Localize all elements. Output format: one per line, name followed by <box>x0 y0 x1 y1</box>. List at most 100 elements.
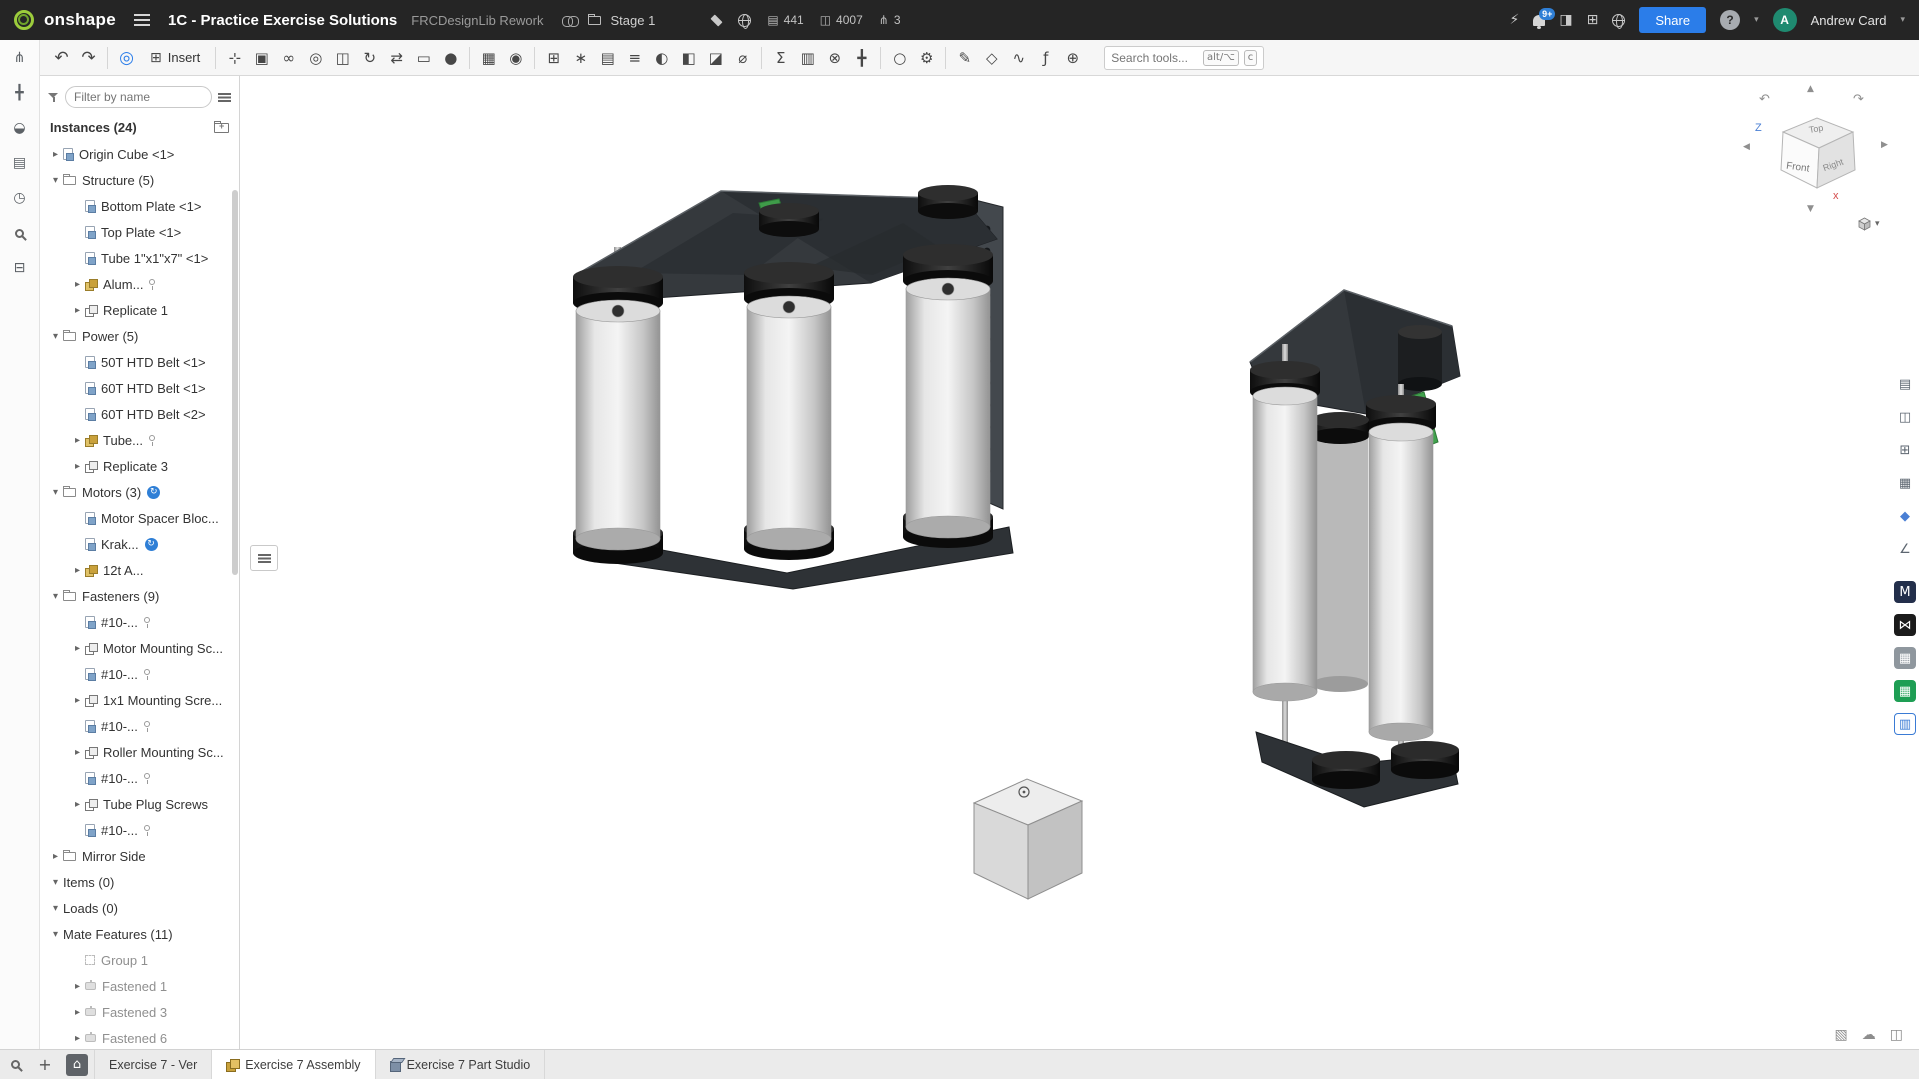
simulation-icon[interactable]: ∿ <box>1005 44 1032 71</box>
caret-down-icon[interactable]: ▾ <box>48 877 63 888</box>
caret-right-icon[interactable]: ▸ <box>70 747 85 758</box>
explode-icon[interactable]: ∗ <box>567 44 594 71</box>
onshape-logo-icon[interactable] <box>14 10 34 30</box>
tree-item-12t-a[interactable]: ▸12t A... <box>40 557 239 583</box>
bom-icon[interactable]: ▥ <box>794 44 821 71</box>
help-button[interactable]: ? <box>1720 10 1740 30</box>
blender-app-icon[interactable]: ⋈ <box>1894 614 1916 636</box>
redo-button[interactable]: ↷ <box>75 44 102 71</box>
insert-reference-icon[interactable]: ╋ <box>8 81 32 105</box>
mass-properties-icon[interactable]: Σ <box>767 44 794 71</box>
search-tools-input[interactable] <box>1111 51 1198 65</box>
display-states-icon[interactable]: ◐ <box>648 44 675 71</box>
tree-item-structure-5[interactable]: ▾Structure (5) <box>40 167 239 193</box>
caret-right-icon[interactable]: ▸ <box>48 851 63 862</box>
app-grid-icon[interactable]: ⊞ <box>1587 12 1599 28</box>
rollers[interactable] <box>576 278 990 550</box>
main-menu-icon[interactable] <box>134 14 150 26</box>
help-caret-icon[interactable]: ▾ <box>1754 15 1759 25</box>
caret-right-icon[interactable]: ▸ <box>70 565 85 576</box>
features-panel-toggle[interactable] <box>250 545 278 571</box>
tree-item-power-5[interactable]: ▾Power (5) <box>40 323 239 349</box>
tree-item-bottom-plate-1[interactable]: Bottom Plate <1> <box>40 193 239 219</box>
middle-roller[interactable] <box>1311 412 1369 692</box>
search-tools-box[interactable]: alt/⌥ c <box>1104 46 1264 70</box>
3d-viewport[interactable]: ▲ ↶ ↷ ◀ ▶ ▼ Z x Top Front Right <box>240 76 1919 1049</box>
document-structure-icon[interactable]: ⋔ <box>8 46 32 70</box>
tree-item-replicate-3[interactable]: ▸Replicate 3 <box>40 453 239 479</box>
caret-right-icon[interactable]: ▸ <box>70 1033 85 1044</box>
documents-panel-icon[interactable]: ▤ <box>1894 373 1916 395</box>
tree-item-origin-cube-1[interactable]: ▸Origin Cube <1> <box>40 141 239 167</box>
caret-right-icon[interactable]: ▸ <box>70 981 85 992</box>
slider-mate-icon[interactable]: ⇄ <box>383 44 410 71</box>
tree-item-10[interactable]: #10-... <box>40 817 239 843</box>
tree-item-10[interactable]: #10-... <box>40 713 239 739</box>
sketch-icon[interactable]: ✎ <box>951 44 978 71</box>
caret-right-icon[interactable]: ▸ <box>70 1007 85 1018</box>
render-mode-icon[interactable]: ◫ <box>1890 1027 1903 1043</box>
tree-item-10[interactable]: #10-... <box>40 661 239 687</box>
home-tab-button[interactable]: ⌂ <box>66 1054 88 1076</box>
user-menu-caret-icon[interactable]: ▾ <box>1900 15 1905 25</box>
tab-exercise-7-part-studio[interactable]: Exercise 7 Part Studio <box>376 1050 546 1079</box>
rotate-left-arrow[interactable]: ◀ <box>1743 142 1750 152</box>
properties-icon[interactable]: ⊟ <box>8 256 32 280</box>
caret-right-icon[interactable]: ▸ <box>70 305 85 316</box>
tree-item-10[interactable]: #10-... <box>40 765 239 791</box>
caret-down-icon[interactable]: ▾ <box>48 487 63 498</box>
featurescript-icon[interactable]: ƒ <box>1032 44 1059 71</box>
tree-item-tube-plug-screws[interactable]: ▸Tube Plug Screws <box>40 791 239 817</box>
tree-item-fasteners-9[interactable]: ▾Fasteners (9) <box>40 583 239 609</box>
rotate-up-arrow[interactable]: ▲ <box>1807 84 1814 94</box>
linear-pattern-icon[interactable]: ▦ <box>475 44 502 71</box>
interference-icon[interactable]: ⊗ <box>821 44 848 71</box>
app-store-icon[interactable]: ◆ <box>1894 505 1916 527</box>
gears-icon[interactable]: ⚙ <box>913 44 940 71</box>
section-view-icon[interactable]: ◪ <box>702 44 729 71</box>
insert-button[interactable]: ⊞ Insert <box>140 44 210 71</box>
sheet-metal-icon[interactable]: ◇ <box>978 44 1005 71</box>
user-avatar[interactable]: A <box>1773 8 1797 32</box>
caret-down-icon[interactable]: ▾ <box>48 591 63 602</box>
tree-item-replicate-1[interactable]: ▸Replicate 1 <box>40 297 239 323</box>
measure-icon[interactable]: ⌀ <box>729 44 756 71</box>
assemble-button[interactable]: ◎ <box>113 44 140 71</box>
tree-item-top-plate-1[interactable]: Top Plate <1> <box>40 219 239 245</box>
appearance-icon[interactable]: ◧ <box>675 44 702 71</box>
caret-down-icon[interactable]: ▾ <box>48 175 63 186</box>
tree-item-fastened-6[interactable]: ▸Fastened 6 <box>40 1025 239 1049</box>
caret-right-icon[interactable]: ▸ <box>70 799 85 810</box>
panel-layout-icon[interactable]: ◨ <box>1559 12 1572 28</box>
rotate-right-arrow[interactable]: ▶ <box>1881 140 1888 150</box>
tree-item-alum[interactable]: ▸Alum... <box>40 271 239 297</box>
mkcad-app-icon[interactable]: M <box>1894 581 1916 603</box>
tree-item-motor-mounting-sc[interactable]: ▸Motor Mounting Sc... <box>40 635 239 661</box>
tree-item-motors-3[interactable]: ▾Motors (3)↻ <box>40 479 239 505</box>
grid-app-icon[interactable]: ▦ <box>1894 647 1916 669</box>
view-cube[interactable]: Top Front Right <box>1769 106 1865 194</box>
snapshot-status-icon[interactable]: ▧ <box>1835 1027 1848 1043</box>
search-tabs-button[interactable] <box>0 1050 30 1079</box>
replicate-icon[interactable]: ⊞ <box>540 44 567 71</box>
caret-right-icon[interactable]: ▸ <box>70 435 85 446</box>
tab-exercise-7-version[interactable]: Exercise 7 - Ver <box>94 1050 212 1079</box>
tree-item-60t-htd-belt-2[interactable]: 60T HTD Belt <2> <box>40 401 239 427</box>
stat-copies[interactable]: ◫ 4007 <box>820 13 863 27</box>
fastened-mate-icon[interactable]: ◫ <box>329 44 356 71</box>
caret-right-icon[interactable]: ▸ <box>70 695 85 706</box>
document-title[interactable]: 1C - Practice Exercise Solutions <box>168 12 397 29</box>
caret-down-icon[interactable]: ▾ <box>48 929 63 940</box>
tree-item-fastened-1[interactable]: ▸Fastened 1 <box>40 973 239 999</box>
caret-right-icon[interactable]: ▸ <box>70 643 85 654</box>
export-panel-icon[interactable]: ⊞ <box>1894 439 1916 461</box>
named-positions-icon[interactable]: ≡ <box>621 44 648 71</box>
ai-assistant-icon[interactable]: ⚡ <box>1510 12 1520 28</box>
tree-item-tube-1-x1-x7-1[interactable]: Tube 1"x1"x7" <1> <box>40 245 239 271</box>
breadcrumb[interactable]: Stage 1 <box>611 13 656 28</box>
caret-down-icon[interactable]: ▾ <box>48 331 63 342</box>
notifications-button[interactable]: 9+ <box>1533 15 1545 26</box>
circular-pattern-icon[interactable]: ◉ <box>502 44 529 71</box>
search-parts-icon[interactable] <box>8 221 32 245</box>
columns-app-icon[interactable]: ▥ <box>1894 713 1916 735</box>
